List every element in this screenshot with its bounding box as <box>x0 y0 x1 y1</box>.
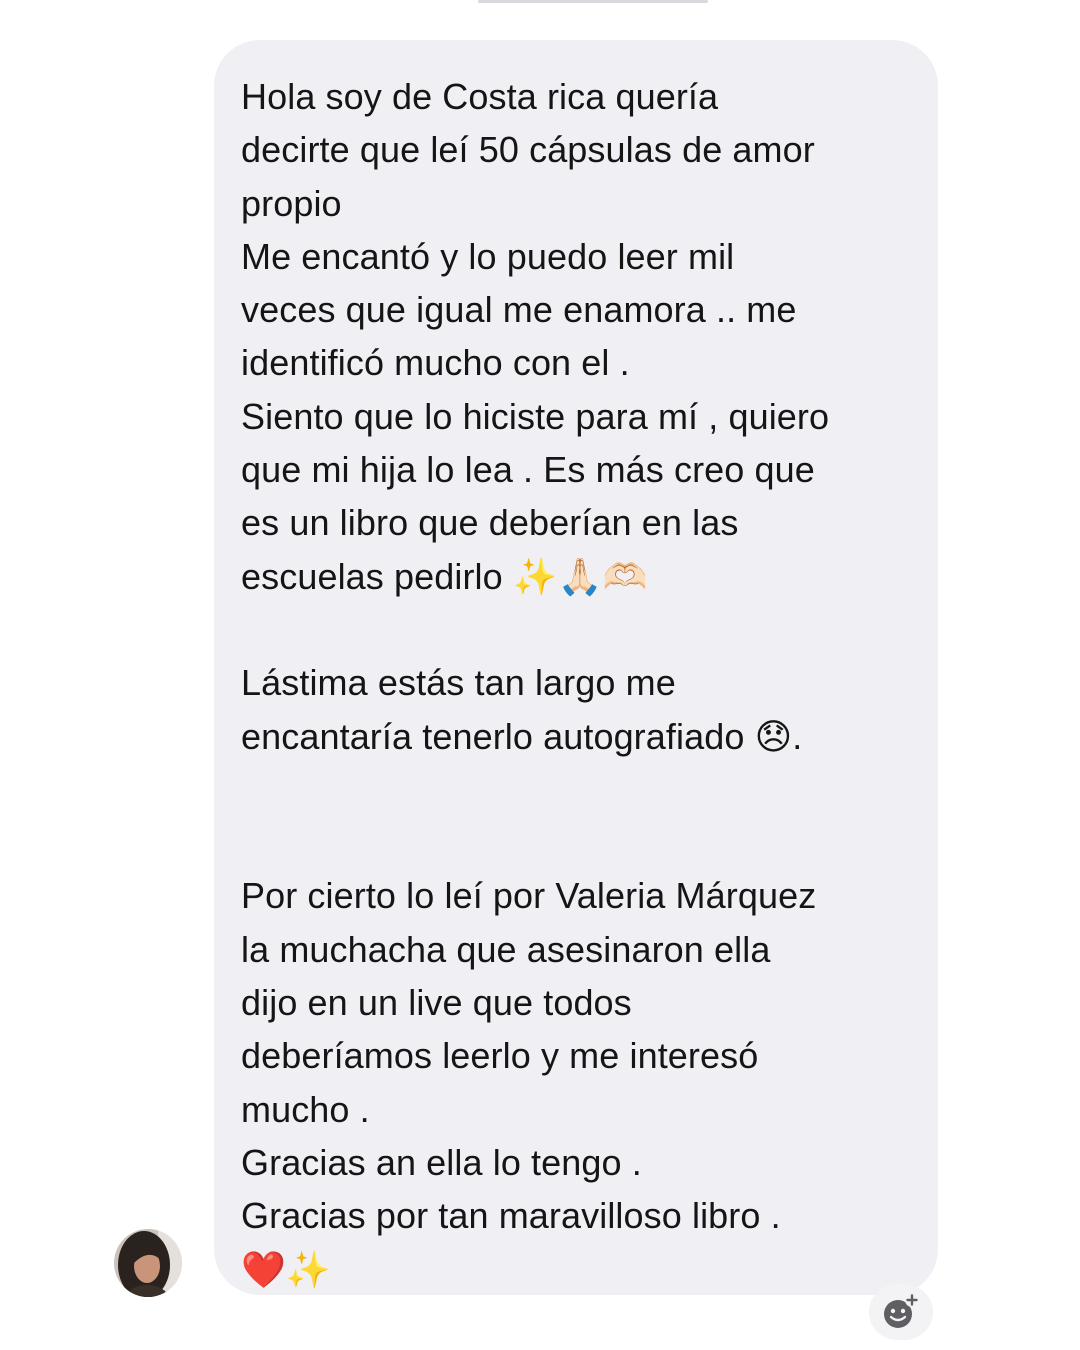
sender-avatar[interactable] <box>114 1229 182 1297</box>
previous-message-edge <box>0 0 1080 8</box>
user-avatar-icon <box>114 1229 182 1297</box>
cut-off-text <box>478 0 708 3</box>
message-text: Hola soy de Costa rica quería decirte qu… <box>241 76 830 1290</box>
add-reaction-button[interactable] <box>869 1284 933 1340</box>
message-bubble[interactable]: Hola soy de Costa rica quería decirte qu… <box>214 40 938 1295</box>
add-reaction-icon <box>884 1293 919 1328</box>
